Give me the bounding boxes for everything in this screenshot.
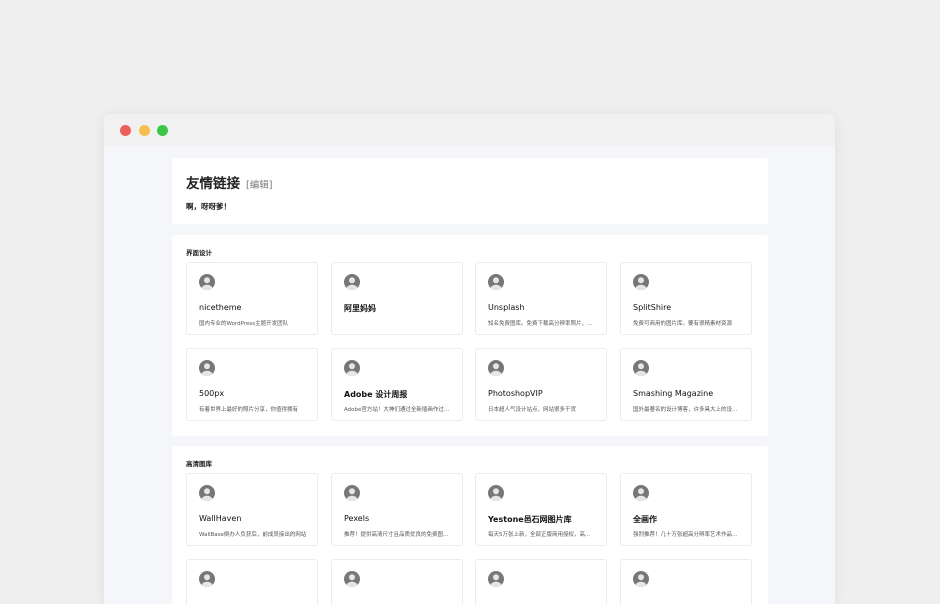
link-card-description: 有着世界上最好的照片分享，你值得拥有	[199, 407, 299, 413]
link-card[interactable]: Adobe 设计周报 Adobe官方站！大神们通过全新插画作过...	[331, 348, 463, 421]
user-avatar-icon	[488, 571, 504, 587]
link-card-description: 每天5万张上新，全部正版商用授权，高...	[488, 532, 591, 538]
user-avatar-icon	[344, 571, 360, 587]
link-card-name: Smashing Magazine	[633, 389, 714, 398]
link-card[interactable]	[475, 559, 607, 604]
user-avatar-icon	[344, 485, 360, 501]
link-card-name: SplitShire	[633, 303, 672, 312]
link-card-description: 推荐！提供高清尺寸且品质优良的免费图...	[344, 532, 449, 538]
maximize-window-button[interactable]	[157, 125, 168, 136]
link-card-description: 国内专业的WordPress主题开发团队	[199, 321, 289, 327]
page-header-panel: 友情链接 [编辑] 啊，呀呀爹！	[172, 158, 768, 224]
link-card[interactable]: Smashing Magazine 国外最著名的设计博客，许多具大上的设...	[620, 348, 752, 421]
link-section-ui-design: 界面设计 nicetheme 国内专业的WordPress主题开发团队 阿里妈妈 Un…	[172, 235, 768, 436]
user-avatar-icon	[633, 360, 649, 376]
close-window-button[interactable]	[120, 125, 131, 136]
user-avatar-icon	[488, 360, 504, 376]
link-card-description: 知名免费图库。免费下载高分辨率照片，...	[488, 321, 593, 327]
page-description: 啊，呀呀爹！	[186, 202, 231, 211]
link-card-name: PhotoshopVIP	[488, 389, 543, 398]
link-card[interactable]: PhotoshopVIP 日本超人气设计站点，网站很多干货	[475, 348, 607, 421]
link-card-name: WallHaven	[199, 514, 242, 523]
link-card-name: 500px	[199, 389, 225, 398]
link-card-description: WallBase倒办人负获后，前成员接出的网站	[199, 532, 307, 538]
link-card-name: Adobe 设计周报	[344, 390, 408, 399]
link-card-name: 阿里妈妈	[344, 304, 376, 313]
link-section-hd-gallery: 高清图库 WallHaven WallBase倒办人负获后，前成员接出的网站 Pex…	[172, 446, 768, 604]
link-card[interactable]: 全画作强烈推荐！几十万张超高分辨率艺术作品...	[620, 473, 752, 546]
user-avatar-icon	[199, 360, 215, 376]
link-card[interactable]: Yestone邑石网图片库每天5万张上新，全部正版商用授权，高...	[475, 473, 607, 546]
link-card-name: Pexels	[344, 514, 370, 523]
user-avatar-icon	[633, 274, 649, 290]
link-card[interactable]: Pexels 推荐！提供高清尺寸且品质优良的免费图...	[331, 473, 463, 546]
link-card[interactable]	[331, 559, 463, 604]
section-title: 界面设计	[186, 249, 212, 257]
edit-link[interactable]: [编辑]	[246, 180, 272, 191]
link-card-name: nicetheme	[199, 303, 242, 312]
user-avatar-icon	[199, 274, 215, 290]
link-card-name: Yestone邑石网图片库	[488, 515, 572, 524]
link-card[interactable]: nicetheme 国内专业的WordPress主题开发团队	[186, 262, 318, 335]
browser-window: 友情链接 [编辑] 啊，呀呀爹！ 界面设计 nicetheme 国内专业的WordP…	[104, 114, 835, 604]
link-card-description: 国外最著名的设计博客，许多具大上的设...	[633, 407, 738, 413]
link-card[interactable]: 500px 有着世界上最好的照片分享，你值得拥有	[186, 348, 318, 421]
link-card[interactable]	[186, 559, 318, 604]
link-card[interactable]: Unsplash 知名免费图库。免费下载高分辨率照片，...	[475, 262, 607, 335]
user-avatar-icon	[488, 274, 504, 290]
link-card[interactable]: WallHaven WallBase倒办人负获后，前成员接出的网站	[186, 473, 318, 546]
page-title: 友情链接 [编辑]	[186, 172, 272, 192]
user-avatar-icon	[199, 485, 215, 501]
link-card[interactable]	[620, 559, 752, 604]
window-titlebar	[104, 114, 835, 146]
link-card-name: 全画作	[633, 515, 657, 524]
user-avatar-icon	[344, 360, 360, 376]
user-avatar-icon	[633, 485, 649, 501]
user-avatar-icon	[633, 571, 649, 587]
link-card[interactable]: 阿里妈妈	[331, 262, 463, 335]
page-title-text: 友情链接	[186, 176, 240, 192]
link-card-name: Unsplash	[488, 303, 525, 312]
link-card[interactable]: SplitShire 免费可商用的图片库。要有很精素材资源	[620, 262, 752, 335]
link-card-description: 强烈推荐！几十万张超高分辨率艺术作品...	[633, 532, 738, 538]
link-card-description: Adobe官方站！大神们通过全新插画作过...	[344, 407, 450, 413]
section-title: 高清图库	[186, 460, 212, 468]
user-avatar-icon	[199, 571, 215, 587]
user-avatar-icon	[488, 485, 504, 501]
user-avatar-icon	[344, 274, 360, 290]
link-card-description: 免费可商用的图片库。要有很精素材资源	[633, 321, 733, 327]
minimize-window-button[interactable]	[139, 125, 150, 136]
link-card-description: 日本超人气设计站点，网站很多干货	[488, 407, 577, 413]
